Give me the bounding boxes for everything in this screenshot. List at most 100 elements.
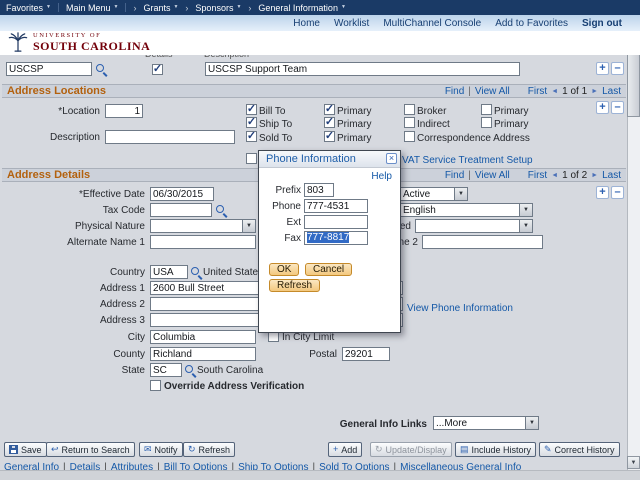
general-info-links-select[interactable]: ...More ▼ xyxy=(433,416,539,430)
sponsor-id-input[interactable] xyxy=(6,62,92,76)
fax-label: Fax xyxy=(284,233,301,244)
prev-page-icon[interactable]: ◄ xyxy=(551,88,558,95)
add-location-icon[interactable]: + xyxy=(596,101,609,114)
alternate-name2-input[interactable] xyxy=(422,235,543,249)
sold-primary-label: Primary xyxy=(337,133,372,144)
notify-icon: ✉ xyxy=(144,444,152,454)
state-code-input[interactable] xyxy=(150,363,182,377)
status-select[interactable]: Active ▼ xyxy=(400,187,468,201)
location-description-input[interactable] xyxy=(105,130,235,144)
bill-to-label: Bill To xyxy=(259,106,286,117)
correspondence-address-checkbox[interactable] xyxy=(404,131,415,142)
tax-code-input[interactable] xyxy=(150,203,212,217)
broker-primary-checkbox[interactable] xyxy=(481,104,492,115)
add-button[interactable]: + Add xyxy=(328,442,363,457)
sold-primary-checkbox[interactable] xyxy=(324,129,335,142)
caret-down-icon: ▼ xyxy=(113,4,119,10)
bill-to-checkbox[interactable] xyxy=(246,102,257,115)
home-link[interactable]: Home xyxy=(293,18,320,29)
close-icon[interactable]: × xyxy=(386,153,397,164)
last-link[interactable]: Last xyxy=(602,86,621,97)
scrollbar-thumb[interactable] xyxy=(627,45,640,117)
phone-input[interactable] xyxy=(304,199,368,213)
next-page-icon[interactable]: ► xyxy=(591,88,598,95)
cancel-button[interactable]: Cancel xyxy=(305,263,353,276)
last-link[interactable]: Last xyxy=(602,170,621,181)
add-address-icon[interactable]: + xyxy=(596,186,609,199)
delete-location-icon[interactable]: – xyxy=(611,101,624,114)
view-phone-information-link[interactable]: View Phone Information xyxy=(407,303,513,314)
breadcrumb-separator-icon: › xyxy=(133,2,137,13)
breadcrumb-sponsors[interactable]: Sponsors ▼ xyxy=(195,3,241,13)
add-row-icon[interactable]: + xyxy=(596,62,609,75)
return-to-search-button[interactable]: ↩ Return to Search xyxy=(46,442,135,457)
include-history-button[interactable]: ▤ Include History xyxy=(455,442,537,457)
favorites-menu[interactable]: Favorites ▼ xyxy=(6,3,51,13)
scroll-down-icon: ▼ xyxy=(630,459,637,466)
sponsor-lookup-icon[interactable] xyxy=(96,64,107,75)
view-all-link[interactable]: View All xyxy=(475,86,510,97)
ship-to-label: Ship To xyxy=(259,119,293,130)
delete-row-icon[interactable]: – xyxy=(611,62,624,75)
dialog-refresh-button[interactable]: Refresh xyxy=(269,279,321,292)
correct-history-button[interactable]: ✎ Correct History xyxy=(539,442,620,457)
sold-to-label: Sold To xyxy=(259,133,293,144)
vat-service-treatment-setup-link[interactable]: VAT Service Treatment Setup xyxy=(402,155,533,166)
postal-input[interactable] xyxy=(342,347,390,361)
ship-to-checkbox[interactable] xyxy=(246,115,257,128)
effective-date-input[interactable] xyxy=(150,187,214,201)
find-link[interactable]: Find xyxy=(445,170,464,181)
usc-palmetto-logo-icon xyxy=(8,32,28,52)
county-input[interactable] xyxy=(150,347,256,361)
bill-primary-checkbox[interactable] xyxy=(324,102,335,115)
find-link[interactable]: Find xyxy=(445,86,464,97)
location-input[interactable] xyxy=(105,104,143,118)
first-link[interactable]: First xyxy=(528,86,547,97)
add-to-favorites-link[interactable]: Add to Favorites xyxy=(495,18,568,29)
notify-button[interactable]: ✉ Notify xyxy=(139,442,183,457)
sign-out-link[interactable]: Sign out xyxy=(582,18,622,29)
country-lookup-icon[interactable] xyxy=(191,267,202,278)
fax-input[interactable]: 777-8817 xyxy=(304,231,368,245)
breadcrumb-separator-icon: › xyxy=(185,2,189,13)
south-carolina-text: SOUTH CAROLINA xyxy=(33,38,151,53)
correct-history-icon: ✎ xyxy=(544,444,552,454)
view-all-link[interactable]: View All xyxy=(475,170,510,181)
physical-nature-select[interactable]: ▼ xyxy=(150,219,256,233)
worklist-link[interactable]: Worklist xyxy=(334,18,369,29)
language-select[interactable]: English ▼ xyxy=(400,203,533,217)
prefix-input[interactable] xyxy=(304,183,334,197)
override-address-verification-checkbox[interactable] xyxy=(150,380,161,391)
next-page-icon[interactable]: ► xyxy=(591,172,598,179)
ext-input[interactable] xyxy=(304,215,368,229)
favorites-label: Favorites xyxy=(6,2,44,13)
city-input[interactable] xyxy=(150,330,256,344)
refresh-button[interactable]: ↻ Refresh xyxy=(183,442,236,457)
where-performed-select[interactable]: ▼ xyxy=(415,219,533,233)
indirect-primary-checkbox[interactable] xyxy=(481,117,492,128)
ship-primary-checkbox[interactable] xyxy=(324,115,335,128)
prev-page-icon[interactable]: ◄ xyxy=(551,172,558,179)
state-lookup-icon[interactable] xyxy=(185,365,196,376)
scroll-down-button[interactable]: ▼ xyxy=(627,456,640,469)
save-button[interactable]: Save xyxy=(4,442,47,457)
ok-button[interactable]: OK xyxy=(269,263,300,276)
first-link[interactable]: First xyxy=(528,170,547,181)
help-link[interactable]: Help xyxy=(371,171,392,182)
country-code-input[interactable] xyxy=(150,265,188,279)
sold-to-checkbox[interactable] xyxy=(246,129,257,142)
vat-row-checkbox[interactable] xyxy=(246,153,257,164)
address-locations-header: Address Locations Find | View All First … xyxy=(2,84,626,98)
main-menu[interactable]: Main Menu ▼ xyxy=(66,3,118,13)
delete-address-icon[interactable]: – xyxy=(611,186,624,199)
multichannel-console-link[interactable]: MultiChannel Console xyxy=(383,18,481,29)
broker-checkbox[interactable] xyxy=(404,104,415,115)
sponsor-details-checkbox[interactable] xyxy=(152,62,163,75)
sponsor-description-input[interactable] xyxy=(205,62,520,76)
tax-code-lookup-icon[interactable] xyxy=(216,205,227,216)
breadcrumb-general-information[interactable]: General Information ▼ xyxy=(258,3,346,13)
indirect-checkbox[interactable] xyxy=(404,117,415,128)
breadcrumb-grants[interactable]: Grants ▼ xyxy=(143,3,178,13)
alternate-name1-input[interactable] xyxy=(150,235,256,249)
effective-date-label: *Effective Date xyxy=(79,189,145,200)
